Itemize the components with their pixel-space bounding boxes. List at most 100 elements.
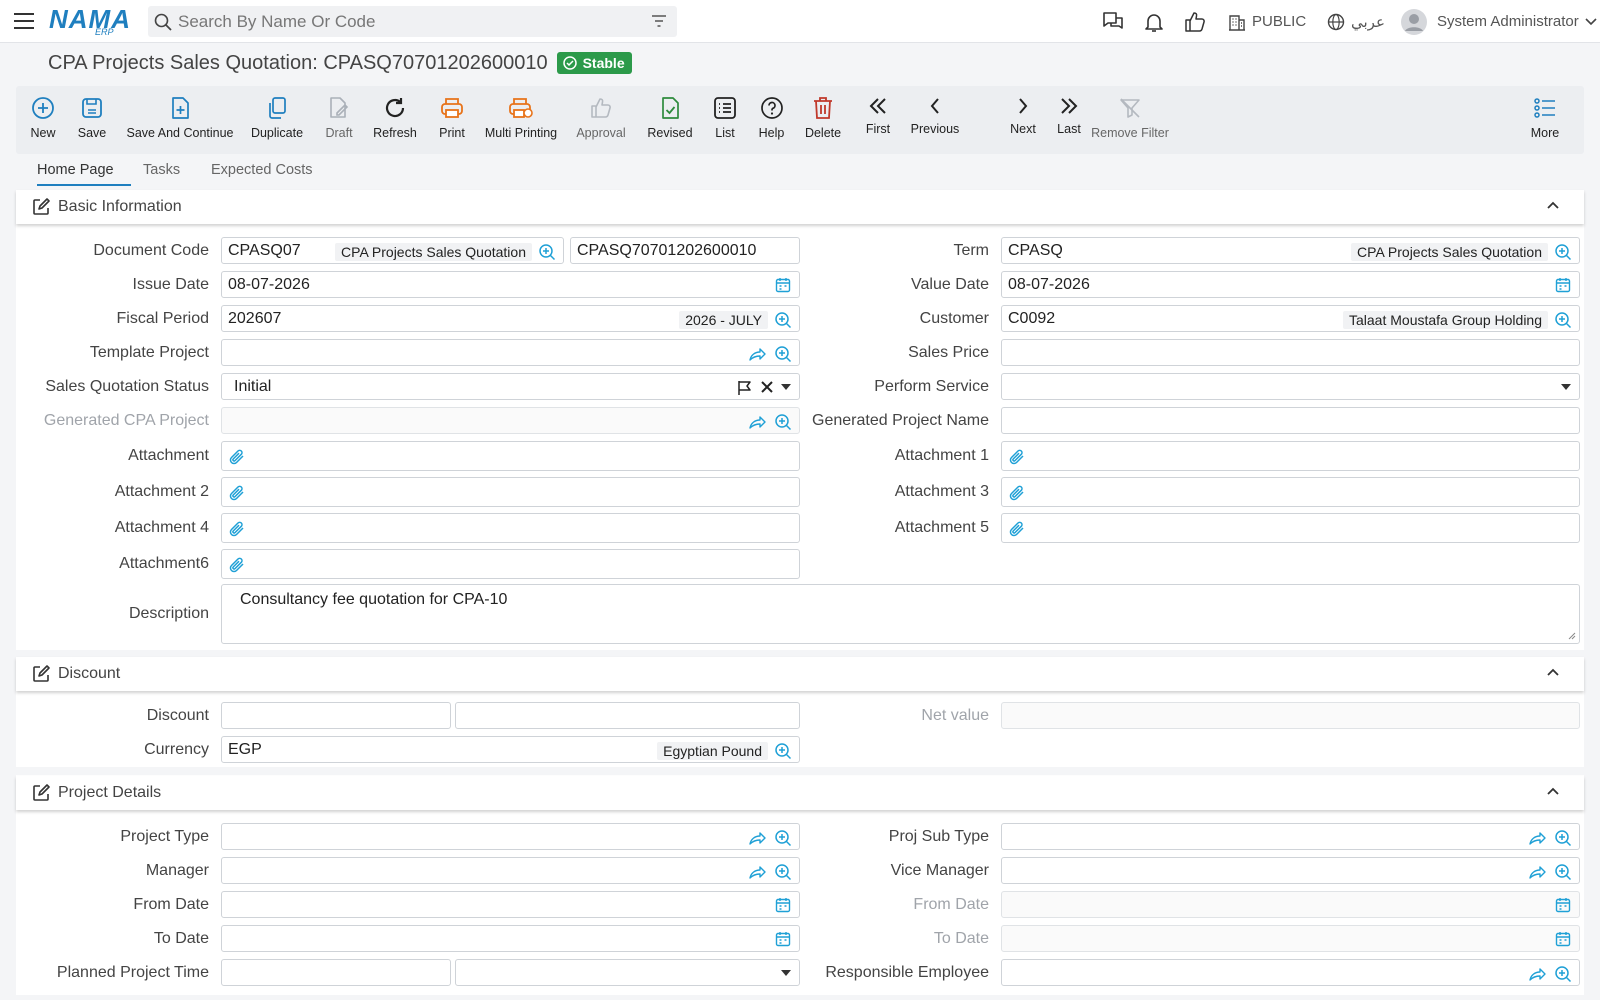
lookup-icon[interactable]	[1554, 965, 1572, 983]
search-input[interactable]	[178, 11, 638, 32]
fiscal-period-field[interactable]: 202607 2026 - JULY	[221, 305, 800, 332]
menu-icon[interactable]	[13, 10, 35, 32]
calendar-icon[interactable]	[1555, 277, 1571, 293]
template-project-field[interactable]	[221, 339, 800, 366]
lookup-icon[interactable]	[1554, 863, 1572, 881]
proj-sub-type-field[interactable]	[1001, 823, 1580, 850]
document-code-field[interactable]: CPASQ07 CPA Projects Sales Quotation	[221, 237, 564, 264]
list-button[interactable]: List	[712, 86, 738, 154]
calendar-icon[interactable]	[1555, 897, 1571, 913]
paperclip-icon[interactable]	[1008, 520, 1026, 538]
net-value-field[interactable]	[1001, 702, 1580, 729]
lookup-icon[interactable]	[538, 243, 556, 261]
revised-button[interactable]: Revised	[646, 86, 694, 154]
lookup-icon[interactable]	[774, 863, 792, 881]
next-button[interactable]: Next	[1006, 86, 1040, 154]
sales-quotation-status-select[interactable]: Initial	[221, 373, 800, 400]
paperclip-icon[interactable]	[1008, 484, 1026, 502]
issue-date-field[interactable]: 08-07-2026	[221, 271, 800, 298]
notification-bell-icon[interactable]	[1143, 0, 1165, 43]
paperclip-icon[interactable]	[228, 556, 246, 574]
attachment-field[interactable]	[221, 441, 800, 471]
first-button[interactable]: First	[861, 86, 895, 154]
language-switch[interactable]: عربي	[1327, 0, 1385, 43]
attachment-4-field[interactable]	[221, 513, 800, 543]
share-arrow-icon[interactable]	[748, 829, 766, 847]
manager-field[interactable]	[221, 857, 800, 884]
discount-header[interactable]: Discount	[16, 657, 1584, 691]
help-button[interactable]: Help	[758, 86, 785, 154]
customer-field[interactable]: C0092 Talaat Moustafa Group Holding	[1001, 305, 1580, 332]
lookup-icon[interactable]	[774, 345, 792, 363]
calendar-icon[interactable]	[775, 277, 791, 293]
lookup-icon[interactable]	[774, 829, 792, 847]
multi-printing-button[interactable]: Multi Printing	[485, 86, 557, 154]
attachment-6-field[interactable]	[221, 549, 800, 579]
attachment-3-field[interactable]	[1001, 477, 1580, 507]
value-date-field[interactable]: 08-07-2026	[1001, 271, 1580, 298]
dropdown-caret-icon[interactable]	[781, 384, 791, 390]
chevron-up-icon[interactable]	[1546, 667, 1560, 677]
lookup-icon[interactable]	[1554, 243, 1572, 261]
share-arrow-icon[interactable]	[748, 413, 766, 431]
calendar-icon[interactable]	[775, 931, 791, 947]
paperclip-icon[interactable]	[1008, 448, 1026, 466]
paperclip-icon[interactable]	[228, 520, 246, 538]
paperclip-icon[interactable]	[228, 448, 246, 466]
lookup-icon[interactable]	[774, 413, 792, 431]
term-field[interactable]: CPASQ CPA Projects Sales Quotation	[1001, 237, 1580, 264]
save-and-continue-button[interactable]: Save And Continue	[126, 86, 234, 154]
lookup-icon[interactable]	[774, 311, 792, 329]
share-arrow-icon[interactable]	[748, 345, 766, 363]
dropdown-caret-icon[interactable]	[1561, 384, 1571, 390]
like-icon[interactable]	[1184, 0, 1206, 43]
draft-button[interactable]: Draft	[324, 86, 354, 154]
lookup-icon[interactable]	[1554, 829, 1572, 847]
flag-icon[interactable]	[737, 380, 753, 396]
share-arrow-icon[interactable]	[748, 863, 766, 881]
to-date-field[interactable]	[221, 925, 800, 952]
perform-service-select[interactable]	[1001, 373, 1580, 400]
vice-manager-field[interactable]	[1001, 857, 1580, 884]
discount-percent-field[interactable]	[221, 702, 451, 729]
calendar-icon[interactable]	[1555, 931, 1571, 947]
calendar-icon[interactable]	[775, 897, 791, 913]
share-arrow-icon[interactable]	[1528, 829, 1546, 847]
chat-icon[interactable]	[1101, 0, 1125, 43]
from-date-field[interactable]	[221, 891, 800, 918]
share-arrow-icon[interactable]	[1528, 965, 1546, 983]
dropdown-caret-icon[interactable]	[781, 970, 791, 976]
responsible-employee-field[interactable]	[1001, 959, 1580, 986]
share-arrow-icon[interactable]	[1528, 863, 1546, 881]
nama-erp-logo[interactable]: NAMA ERP	[49, 5, 131, 37]
currency-field[interactable]: EGP Egyptian Pound	[221, 736, 800, 763]
last-button[interactable]: Last	[1053, 86, 1085, 154]
to-date-2-field[interactable]	[1001, 925, 1580, 952]
resize-handle-icon[interactable]	[1567, 631, 1576, 640]
paperclip-icon[interactable]	[228, 484, 246, 502]
clear-icon[interactable]	[761, 381, 773, 393]
tab-home-page[interactable]: Home Page	[37, 162, 114, 178]
new-button[interactable]: New	[30, 86, 56, 154]
lookup-icon[interactable]	[774, 742, 792, 760]
sales-price-field[interactable]	[1001, 339, 1580, 366]
previous-button[interactable]: Previous	[910, 86, 960, 154]
duplicate-button[interactable]: Duplicate	[251, 86, 303, 154]
filter-icon[interactable]	[651, 14, 667, 28]
document-number-field[interactable]: CPASQ70701202600010	[570, 237, 800, 264]
basic-information-header[interactable]: Basic Information	[16, 190, 1584, 224]
chevron-up-icon[interactable]	[1546, 786, 1560, 796]
attachment-5-field[interactable]	[1001, 513, 1580, 543]
more-button[interactable]: More	[1530, 86, 1560, 154]
attachment-1-field[interactable]	[1001, 441, 1580, 471]
project-details-header[interactable]: Project Details	[16, 776, 1584, 810]
discount-amount-field[interactable]	[455, 702, 800, 729]
planned-project-time-field[interactable]	[221, 959, 451, 986]
from-date-2-field[interactable]	[1001, 891, 1580, 918]
project-type-field[interactable]	[221, 823, 800, 850]
delete-button[interactable]: Delete	[805, 86, 841, 154]
tab-tasks[interactable]: Tasks	[143, 162, 180, 178]
planned-project-time-unit-select[interactable]	[455, 959, 800, 986]
attachment-2-field[interactable]	[221, 477, 800, 507]
user-menu[interactable]: System Administrator	[1401, 0, 1597, 43]
